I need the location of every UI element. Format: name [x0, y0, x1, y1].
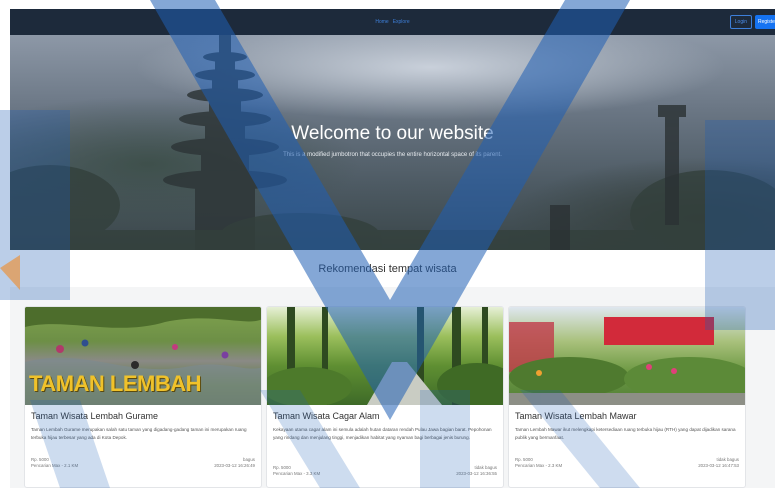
place-card[interactable]: TAMAN LEMBAH Taman Wisata Lembah Gurame …	[24, 306, 262, 488]
place-card-title: Taman Wisata Cagar Alam	[273, 411, 380, 421]
place-card-meta: Rp. 5000 Pencarian Max - 2.3 KM tidak ba…	[515, 457, 739, 469]
place-card-title: Taman Wisata Lembah Gurame	[31, 411, 159, 421]
nav-links: Home Explore	[375, 19, 409, 25]
nav-link-explore[interactable]: Explore	[393, 19, 410, 25]
register-button[interactable]: Register	[755, 15, 775, 29]
section-title: Rekomendasi tempat wisata	[318, 263, 457, 275]
nav-auth-buttons: Login Register	[729, 15, 775, 29]
place-card-description: Taman Lembah Mawar ikut melengkapi keter…	[515, 427, 736, 440]
place-card-description: Taman Lembah Gurame merupakan salah satu…	[31, 427, 247, 440]
place-card-timestamp: 2023-03-12 16:36:55	[456, 471, 497, 476]
place-card-meta: Rp. 5000 Pencarian Max - 3.3 KM tidak ba…	[273, 465, 497, 477]
hero-title: Welcome to our website	[291, 123, 494, 144]
place-card[interactable]: Taman Wisata Cagar Alam Kekayaan utama c…	[266, 306, 504, 488]
place-card-distance: Pencarian Max - 3.3 KM	[273, 471, 321, 476]
place-card-image[interactable]: TAMAN LEMBAH	[25, 307, 261, 405]
place-card-distance: Pencarian Max - 2.1 KM	[31, 463, 79, 468]
top-navbar: Home Explore Login Register	[10, 9, 775, 35]
place-card-distance: Pencarian Max - 2.3 KM	[515, 463, 563, 468]
place-card-timestamp: 2023-03-12 16:26:49	[214, 463, 255, 468]
place-card-title: Taman Wisata Lembah Mawar	[515, 411, 637, 421]
place-card-image[interactable]	[267, 307, 503, 405]
place-card-timestamp: 2023-03-12 16:47:53	[698, 463, 739, 468]
taman-lembah-sign: TAMAN LEMBAH	[29, 371, 202, 396]
forest-photo	[267, 307, 503, 405]
login-button[interactable]: Login	[729, 15, 752, 29]
place-card-meta: Rp. 5000 Pencarian Max - 2.1 KM bagus 20…	[31, 457, 255, 469]
place-card[interactable]: Taman Wisata Lembah Mawar Taman Lembah M…	[508, 306, 746, 488]
hero-jumbotron: Welcome to our website This is a modifie…	[10, 35, 775, 250]
place-card-description: Kekayaan utama cagar alam ini semula ada…	[273, 427, 492, 440]
hero-subtitle: This is a modified jumbotron that occupi…	[283, 152, 502, 158]
nav-link-home[interactable]: Home	[375, 19, 388, 25]
rose-garden-photo	[509, 317, 745, 405]
place-card-image[interactable]	[509, 307, 745, 405]
